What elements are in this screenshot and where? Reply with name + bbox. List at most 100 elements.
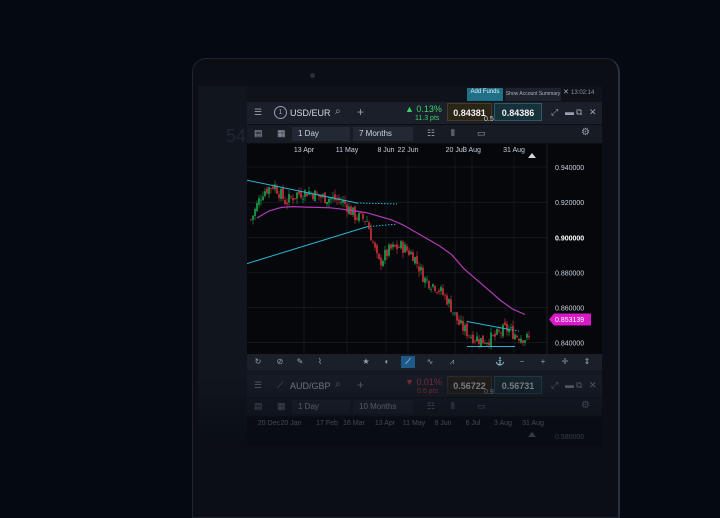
candle [474,340,476,342]
laptop-screen: 54 Add Funds Show Account Summary ✕ 13:0… [198,86,602,446]
candle [276,185,278,194]
candle [496,329,498,335]
candle [404,244,406,253]
candle [360,212,362,214]
layout-icon[interactable]: ▤ [254,401,263,412]
close-icon[interactable]: ✕ [589,380,597,391]
candle [490,332,492,347]
search-icon[interactable]: ⌕ [335,106,341,117]
candle [368,222,370,230]
minimize-icon[interactable]: ▬ [565,380,574,390]
price-chart-secondary[interactable]: 20 Dec 20 Jan 17 Feb 16 Mar 13 Apr 11 May 8 Ju… [247,417,602,446]
menu-icon[interactable]: ☰ [254,380,262,391]
gear-icon[interactable]: ⚙ [581,400,590,411]
layout-icon[interactable]: ▤ [254,128,263,139]
candle [410,252,412,255]
candle [412,252,414,262]
change-percent: ▲ 0.13% [405,104,442,114]
buy-price-button[interactable]: 0.84386 [494,103,542,121]
x-tick-label: 3 Aug [463,147,481,154]
popout-icon[interactable]: ⧉ [576,380,582,391]
expand-icon[interactable]: ⤢ [551,380,558,391]
contrast-icon[interactable]: ◐ [380,356,394,368]
account-summary-button[interactable]: Show Account Summary [505,88,561,101]
add-icon[interactable]: + [357,105,364,119]
popout-icon[interactable]: ⧉ [576,107,582,118]
candle [272,186,274,189]
close-icon[interactable]: ✕ [563,88,569,96]
interval-select[interactable]: 1 Day [292,400,350,414]
brush-icon[interactable]: ⌇ [313,356,327,368]
candle [362,214,364,219]
candle [400,241,402,249]
candle [284,200,286,205]
candle [462,320,464,331]
x-tick-label: 20 Dec [258,420,281,427]
range-select[interactable]: 10 Months [353,400,413,414]
add-funds-button[interactable]: Add Funds [467,88,503,101]
candle [522,340,524,343]
close-icon[interactable]: ✕ [589,107,597,118]
trendline-tool-icon[interactable]: ⟋ [401,356,415,368]
instrument-symbol[interactable]: USD/EUR [290,108,331,118]
pencil-icon[interactable]: ✎ [293,356,307,368]
star-icon[interactable]: ★ [359,356,373,368]
candle [512,325,514,339]
change-points: 11.3 pts [415,115,440,122]
candle [464,325,466,332]
candle [486,342,488,344]
clock: 13:02:14 [571,90,595,96]
range-select[interactable]: 7 Months [353,127,413,141]
candle [254,208,256,217]
instrument-symbol[interactable]: AUD/GBP [290,381,331,391]
gear-icon[interactable]: ⚙ [581,127,590,138]
block-icon[interactable]: ⊘ [273,356,287,368]
menu-icon[interactable]: ☰ [254,107,262,118]
instrument-header: ☰ ⟋ AUD/GBP ⌕ + ▼ 0.01% 0.6 pts 0.56722 … [247,375,602,398]
indicator-icon[interactable]: ⩘ [445,356,459,368]
grid-icon[interactable]: ▦ [277,401,286,412]
settings-sliders-icon[interactable]: ☷ [427,401,435,412]
candle [502,324,504,337]
candle [328,198,330,203]
candle [250,219,252,221]
add-icon[interactable]: + [357,378,364,392]
anchor-icon[interactable]: ⚓ [493,356,507,368]
candle [428,280,430,289]
background-panel: 54 [198,86,248,446]
expand-icon[interactable]: ⤢ [551,107,558,118]
buy-price-button[interactable]: 0.56731 [494,376,542,394]
candle [460,320,462,324]
candle [446,295,448,305]
candle [378,253,380,259]
search-icon[interactable]: ⌕ [335,379,341,390]
fit-icon[interactable]: ⇕ [580,356,594,368]
candle [516,335,518,338]
candle [402,241,404,254]
zoom-out-icon[interactable]: − [515,356,529,368]
minimize-icon[interactable]: ▬ [565,107,574,117]
instrument-index-icon[interactable]: 1 [274,106,287,119]
x-tick-label: 6 Jul [466,420,481,427]
candle [484,343,486,344]
chart-type-icon[interactable]: ⫴ [451,128,455,139]
grid-icon[interactable]: ▦ [277,128,286,139]
x-tick-label: 22 Jun [397,147,418,154]
wave-icon[interactable]: ∿ [423,356,437,368]
chart-icon[interactable]: ⟋ [277,380,283,391]
candle [438,290,440,293]
candle [302,198,304,200]
settings-sliders-icon[interactable]: ☷ [427,128,435,139]
comment-icon[interactable]: ▭ [477,128,486,139]
comment-icon[interactable]: ▭ [477,401,486,412]
candle [442,288,444,295]
candle [506,323,508,332]
candle [518,338,520,341]
candle [280,188,282,199]
refresh-icon[interactable]: ↻ [251,356,265,368]
zoom-in-icon[interactable]: + [536,356,550,368]
chart-type-icon[interactable]: ⫴ [451,401,455,412]
interval-select[interactable]: 1 Day [292,127,350,141]
crosshair-icon[interactable]: ✛ [558,356,572,368]
price-chart[interactable]: 13 Apr 11 May 8 Jun 22 Jun 20 Jul3 Aug 31 Aug… [247,144,602,354]
